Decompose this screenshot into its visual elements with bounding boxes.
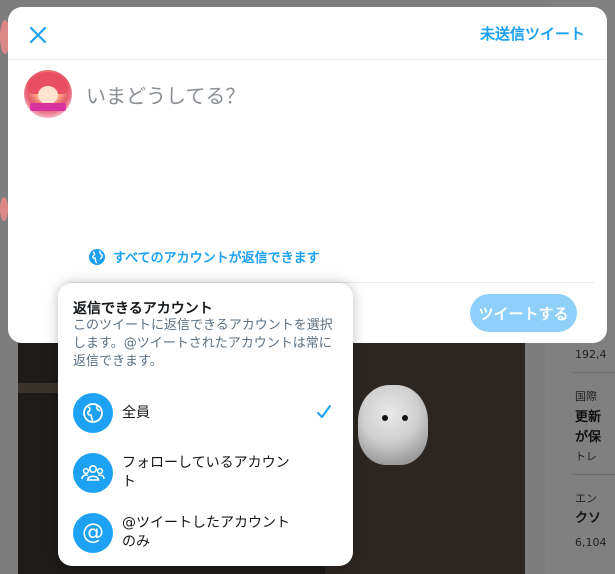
sidebar-text: が保 — [575, 430, 602, 445]
sidebar-divider — [573, 474, 615, 475]
avatar[interactable] — [24, 70, 72, 118]
reply-setting-button[interactable]: すべてのアカウントが返信できます — [88, 247, 320, 266]
globe-icon — [89, 248, 105, 265]
reply-setting-label: すべてのアカウントが返信できます — [113, 251, 320, 266]
people-icon — [73, 453, 113, 493]
close-icon — [29, 26, 47, 44]
close-button[interactable] — [24, 21, 52, 49]
option-label: フォローしているアカウント — [122, 455, 290, 490]
sidebar-text: エン — [575, 492, 597, 505]
menu-title: 返信できるアカウント — [73, 301, 213, 317]
at-icon: @ — [73, 513, 113, 553]
option-everyone[interactable]: 全員 — [58, 385, 353, 441]
sidebar-divider — [573, 372, 615, 373]
menu-description: このツイートに返信できるアカウントを選択します。@ツイートされたアカウントは常に… — [73, 318, 333, 369]
modal-header: 未送信ツイート — [8, 7, 607, 60]
sidebar-text: 192,4 — [575, 348, 607, 361]
tweet-compose-input[interactable] — [84, 79, 568, 113]
option-label: 全員 — [122, 405, 150, 421]
option-mentioned[interactable]: @ @ツイートしたアカウントのみ — [58, 505, 353, 561]
option-following[interactable]: フォローしているアカウント — [58, 445, 353, 501]
sidebar-text: クソ — [575, 511, 602, 526]
sidebar-text: 国際 — [575, 390, 597, 403]
drafts-button[interactable]: 未送信ツイート — [480, 23, 585, 44]
sidebar-text: トレ — [575, 450, 597, 463]
globe-icon — [73, 393, 113, 433]
tweet-button[interactable]: ツイートする — [470, 294, 577, 332]
option-label: @ツイートしたアカウントのみ — [122, 515, 290, 550]
sidebar-text: 更新 — [575, 410, 602, 425]
feed-avatar — [0, 197, 8, 221]
reply-options-menu: 返信できるアカウント このツイートに返信できるアカウントを選択します。@ツイート… — [58, 283, 353, 566]
sidebar-text: 6,104 — [575, 536, 607, 549]
checkmark-icon — [317, 405, 331, 418]
